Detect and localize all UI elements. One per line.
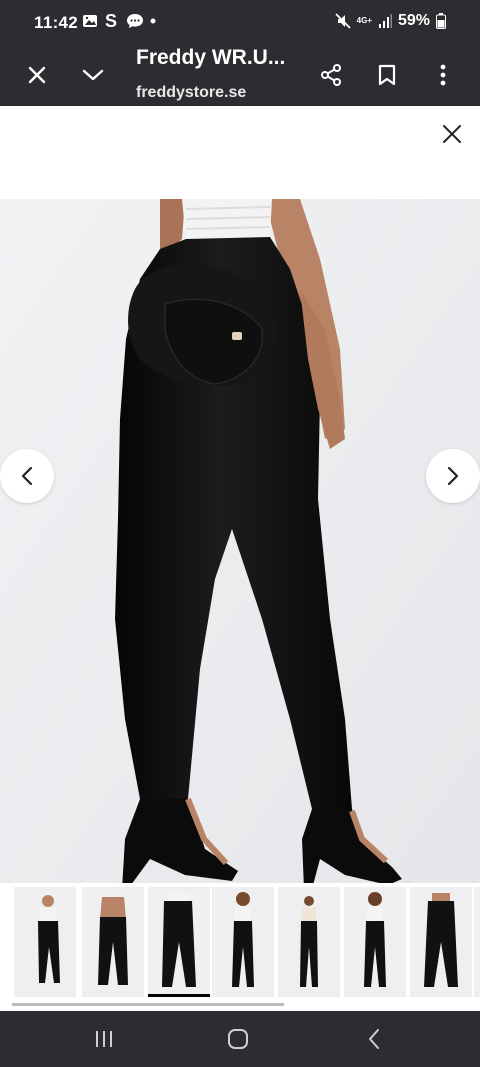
product-photo xyxy=(0,199,480,889)
thumbnail-strip[interactable] xyxy=(0,883,480,1007)
thumbnail-scrollbar[interactable] xyxy=(12,1003,284,1006)
recent-apps-icon xyxy=(96,1031,112,1047)
screen: 11:42 S 4G+ 59% Freddy WR.U... freddysto… xyxy=(0,0,480,1067)
message-icon xyxy=(127,14,143,28)
share-icon xyxy=(321,64,341,86)
thumbnail-8-partial[interactable] xyxy=(474,887,480,997)
previous-image-button[interactable] xyxy=(0,449,54,503)
chevron-left-icon xyxy=(21,466,33,486)
status-right: 4G+ 59% xyxy=(334,12,446,30)
close-icon xyxy=(443,125,461,143)
status-bar: 11:42 S 4G+ 59% xyxy=(0,0,480,44)
web-content xyxy=(0,106,480,1011)
close-icon xyxy=(28,66,46,84)
bookmark-icon xyxy=(378,64,396,86)
bookmark-button[interactable] xyxy=(372,60,402,90)
thumbnail-image xyxy=(98,897,128,985)
close-tab-button[interactable] xyxy=(22,60,52,90)
thumbnail-1[interactable] xyxy=(14,887,76,997)
mute-icon xyxy=(334,13,351,29)
share-button[interactable] xyxy=(316,60,346,90)
thumbnail-image xyxy=(424,893,458,987)
browser-toolbar: Freddy WR.U... freddystore.se xyxy=(0,44,480,106)
page-title[interactable]: Freddy WR.U... xyxy=(136,46,285,70)
thumbnail-3[interactable] xyxy=(148,887,210,997)
network-type: 4G+ xyxy=(356,16,372,25)
page-domain[interactable]: freddystore.se xyxy=(136,84,246,102)
dot-icon xyxy=(150,18,156,24)
chevron-down-icon xyxy=(82,69,104,81)
thumbnail-5[interactable] xyxy=(278,887,340,997)
thumbnail-image xyxy=(162,893,196,987)
signal-icon xyxy=(378,14,392,28)
more-options-button[interactable] xyxy=(428,60,458,90)
thumbnail-6[interactable] xyxy=(344,887,406,997)
battery-icon xyxy=(436,13,446,29)
s-app-icon: S xyxy=(105,12,117,30)
thumbnail-7[interactable] xyxy=(410,887,472,997)
back-button[interactable] xyxy=(354,1025,394,1053)
recent-apps-button[interactable] xyxy=(84,1025,124,1053)
thumbnail-image xyxy=(364,892,386,987)
next-image-button[interactable] xyxy=(426,449,480,503)
gallery-icon xyxy=(83,15,97,27)
chevron-right-icon xyxy=(447,466,459,486)
thumbnail-2[interactable] xyxy=(82,887,144,997)
close-gallery-button[interactable] xyxy=(440,122,464,146)
product-main-image[interactable] xyxy=(0,199,480,889)
more-vert-icon xyxy=(440,64,446,86)
thumbnail-image xyxy=(232,892,254,987)
minimize-button[interactable] xyxy=(78,60,108,90)
system-nav-bar xyxy=(0,1011,480,1067)
status-notification-icons: S xyxy=(82,12,156,30)
svg-text:S: S xyxy=(105,12,117,30)
back-icon xyxy=(369,1029,379,1049)
status-time: 11:42 xyxy=(34,13,79,32)
home-button[interactable] xyxy=(218,1025,258,1053)
thumbnail-4[interactable] xyxy=(212,887,274,997)
battery-percent: 59% xyxy=(397,12,430,29)
thumbnail-image xyxy=(300,896,318,987)
thumbnail-image xyxy=(38,895,60,983)
home-icon xyxy=(228,1029,248,1049)
